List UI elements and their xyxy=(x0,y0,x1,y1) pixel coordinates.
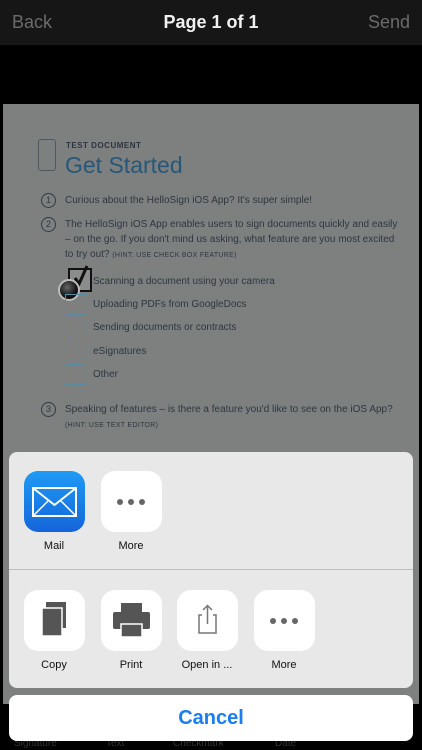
copy-icon xyxy=(23,590,85,651)
copy-action[interactable]: Copy xyxy=(23,590,85,671)
question-number: 2 xyxy=(41,217,56,232)
cancel-button[interactable]: Cancel xyxy=(9,695,413,741)
question-hint: (HINT: USE CHECK BOX FEATURE) xyxy=(112,252,237,259)
question-body: Speaking of features – is there a featur… xyxy=(65,404,393,415)
print-action[interactable]: Print xyxy=(100,590,162,671)
document-kicker: TEST DOCUMENT xyxy=(66,141,142,150)
sheet-divider xyxy=(9,569,413,570)
print-icon xyxy=(100,590,162,651)
more-label: More xyxy=(271,659,297,671)
share-sheet: Mail More Copy Print Open in ... More xyxy=(9,452,413,688)
option-label: Sending documents or contracts xyxy=(93,322,237,333)
navigation-bar: Back Page 1 of 1 Send xyxy=(0,0,422,45)
print-label: Print xyxy=(119,659,143,671)
option-label: Other xyxy=(93,369,119,380)
question-number: 1 xyxy=(41,193,56,208)
more-action[interactable]: More xyxy=(253,590,315,671)
mail-icon xyxy=(23,471,85,532)
open-in-action[interactable]: Open in ... xyxy=(176,590,238,671)
mail-label: Mail xyxy=(43,540,65,552)
more-icon xyxy=(253,590,315,651)
question-text: Speaking of features – is there a featur… xyxy=(65,402,405,433)
checkbox[interactable] xyxy=(65,317,86,338)
question-text: The HelloSign iOS App enables users to s… xyxy=(65,217,405,263)
question-text: Curious about the HelloSign iOS App? It'… xyxy=(65,195,313,206)
back-button[interactable]: Back xyxy=(0,12,64,33)
option-label: eSignatures xyxy=(93,346,147,357)
question-hint: (HINT: USE TEXT EDITOR) xyxy=(65,422,159,429)
open-in-icon xyxy=(176,590,238,651)
send-button[interactable]: Send xyxy=(356,12,422,33)
more-label: More xyxy=(118,540,144,552)
phone-icon xyxy=(38,139,56,171)
copy-label: Copy xyxy=(41,659,67,671)
mail-action[interactable]: Mail xyxy=(23,471,85,552)
more-icon xyxy=(100,471,162,532)
document-title: Get Started xyxy=(65,152,183,178)
open-in-label: Open in ... xyxy=(181,659,233,671)
checkbox[interactable] xyxy=(65,364,86,385)
checkbox[interactable] xyxy=(65,341,86,362)
option-label: Scanning a document using your camera xyxy=(93,276,275,287)
more-action[interactable]: More xyxy=(100,471,162,552)
checkbox[interactable] xyxy=(65,294,86,315)
question-number: 3 xyxy=(41,402,56,417)
option-label: Uploading PDFs from GoogleDocs xyxy=(93,299,247,310)
